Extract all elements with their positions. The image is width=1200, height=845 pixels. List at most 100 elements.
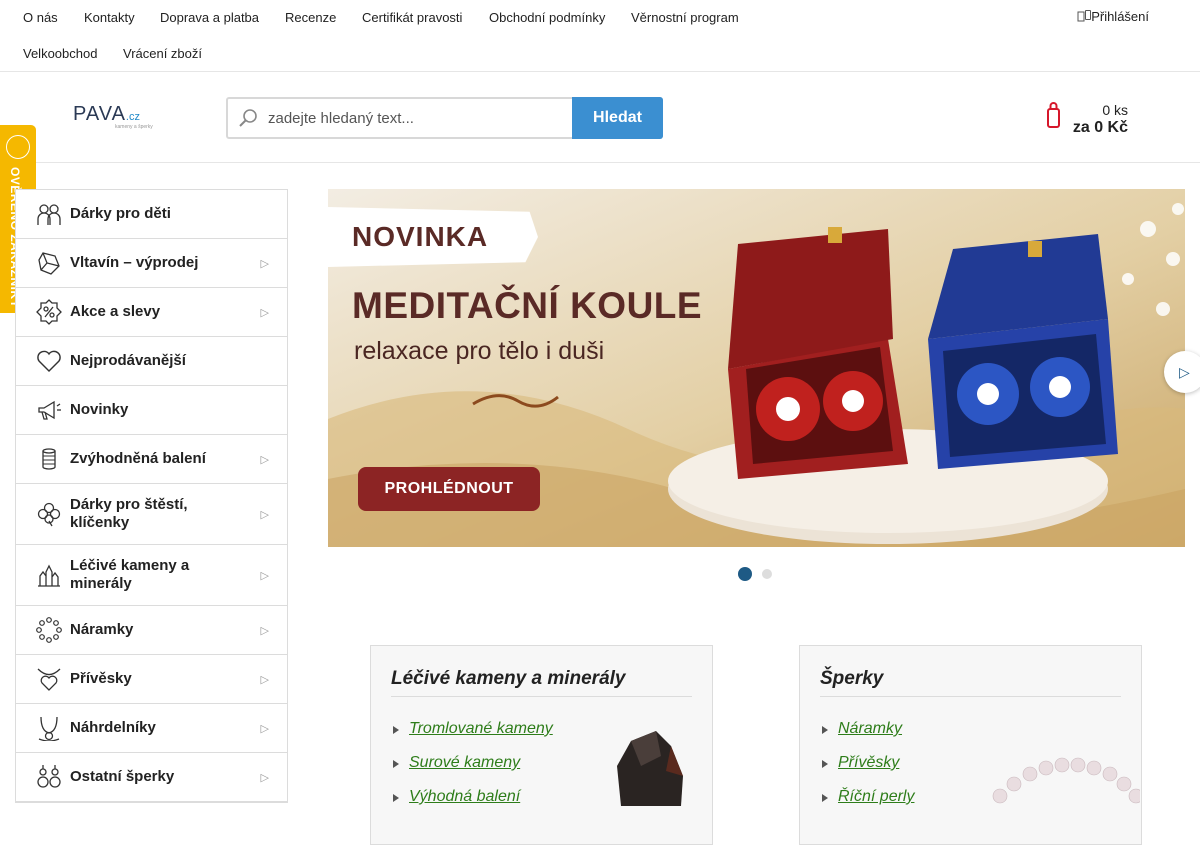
sidebar-item-ostatni-sperky[interactable]: Ostatní šperky ▷: [16, 753, 287, 802]
nav-link-vraceni-zbozi[interactable]: Vrácení zboží: [123, 46, 202, 61]
category-sidebar: Dárky pro děti Vltavín – výprodej ▷ Akce…: [15, 189, 288, 803]
card-title: Šperky: [820, 668, 884, 689]
card-title: Léčivé kameny a minerály: [391, 668, 626, 689]
list-item: Tromlované kameny: [391, 720, 553, 754]
sidebar-item-label: Náhrdelníky: [70, 719, 156, 736]
clover-icon: [37, 502, 61, 527]
card-link[interactable]: Surové kameny: [409, 754, 520, 772]
banner-subtitle: relaxace pro tělo i duši: [354, 337, 605, 365]
chevron-right-icon: ▷: [260, 453, 269, 466]
sidebar-item-label: Náramky: [70, 621, 134, 638]
crystal-icon: [38, 252, 60, 275]
verified-seal-icon: [6, 135, 30, 159]
cart-summary[interactable]: 0 ks za 0 Kč: [1040, 98, 1140, 138]
bullet-arrow-icon: [393, 726, 399, 734]
nav-link-recenze[interactable]: Recenze: [285, 10, 336, 25]
category-card-minerals: Léčivé kameny a minerály Tromlované kame…: [370, 645, 713, 845]
hero-banner[interactable]: NOVINKA MEDITAČNÍ KOULE relaxace pro těl…: [328, 189, 1185, 547]
bullet-arrow-icon: [822, 794, 828, 802]
banner-cta-button[interactable]: PROHLÉDNOUT: [358, 467, 540, 511]
sidebar-item-privesky[interactable]: Přívěsky ▷: [16, 655, 287, 704]
card-link[interactable]: Výhodná balení: [409, 788, 520, 806]
nav-link-o-nas[interactable]: O nás: [23, 10, 58, 25]
heart-icon: [37, 350, 61, 372]
necklace-icon: [38, 716, 60, 741]
sidebar-item-label: Přívěsky: [70, 670, 132, 687]
carousel-dot-2[interactable]: [762, 569, 772, 579]
sidebar-item-akce[interactable]: Akce a slevy ▷: [16, 288, 287, 337]
sidebar-item-label: Dárky pro štěstí, klíčenky: [70, 496, 188, 531]
card-divider: [391, 696, 692, 697]
sidebar-item-label: Vltavín – výprodej: [70, 254, 199, 271]
cart-bag-icon: [1047, 102, 1060, 128]
carousel-dot-1[interactable]: [738, 567, 752, 581]
banner-title: MEDITAČNÍ KOULE: [352, 285, 703, 326]
sidebar-item-nejprodavanejsi[interactable]: Nejprodávanější: [16, 337, 287, 386]
chevron-right-icon: ▷: [260, 673, 269, 686]
logo-brand: PAVA: [73, 103, 126, 125]
sidebar-item-darky-pro-deti[interactable]: Dárky pro děti: [16, 190, 287, 239]
nav-link-kontakty[interactable]: Kontakty: [84, 10, 135, 25]
banner-tag-text: NOVINKA: [352, 221, 489, 252]
site-logo[interactable]: PAVA.cz kameny a šperky: [73, 103, 153, 133]
chevron-right-icon: ▷: [260, 569, 269, 582]
sidebar-item-zvyhodnena-baleni[interactable]: Zvýhodněná balení ▷: [16, 435, 287, 484]
nav-link-obchodni-podminky[interactable]: Obchodní podmínky: [489, 10, 605, 25]
search-icon: [228, 99, 268, 137]
user-icon: [1077, 11, 1085, 22]
chevron-right-icon: ▷: [1179, 363, 1190, 380]
discount-icon: [36, 299, 62, 325]
chevron-right-icon: ▷: [260, 722, 269, 735]
list-item: Náramky: [820, 720, 914, 754]
chevron-right-icon: ▷: [260, 257, 269, 270]
cart-count: 0 ks: [1102, 102, 1128, 118]
list-item: Říční perly: [820, 788, 914, 822]
login-label: Přihlášení: [1091, 9, 1149, 24]
bullet-arrow-icon: [822, 760, 828, 768]
chevron-right-icon: ▷: [260, 624, 269, 637]
kids-icon: [37, 204, 61, 225]
list-item: Výhodná balení: [391, 788, 553, 822]
carousel-next-button[interactable]: ▷: [1164, 351, 1200, 393]
card-link[interactable]: Tromlované kameny: [409, 720, 553, 738]
search-input[interactable]: [268, 99, 572, 137]
chevron-right-icon: ▷: [260, 771, 269, 784]
pendant-icon: [37, 668, 61, 691]
category-card-jewelry: Šperky Náramky Přívěsky Říční perly: [799, 645, 1142, 845]
sidebar-item-lecive-kameny[interactable]: Léčivé kameny a minerály ▷: [16, 545, 287, 606]
site-header: PAVA.cz kameny a šperky Hledat 0 ks za 0…: [0, 73, 1200, 163]
nav-link-doprava[interactable]: Doprava a platba: [160, 10, 259, 25]
package-icon: [42, 448, 56, 470]
nav-link-velkoobchod[interactable]: Velkoobchod: [23, 46, 97, 61]
sidebar-item-label: Léčivé kameny a minerály: [70, 557, 190, 592]
logo-tagline: kameny a šperky: [115, 124, 153, 130]
sidebar-item-nahrdelniky[interactable]: Náhrdelníky ▷: [16, 704, 287, 753]
sidebar-item-label: Nejprodávanější: [70, 352, 186, 369]
list-item: Přívěsky: [820, 754, 914, 788]
top-navigation: O nás Kontakty Doprava a platba Recenze …: [0, 0, 1200, 72]
card-link[interactable]: Přívěsky: [838, 754, 899, 772]
sidebar-item-novinky[interactable]: Novinky: [16, 386, 287, 435]
card-link[interactable]: Říční perly: [838, 788, 914, 806]
sidebar-item-naramky[interactable]: Náramky ▷: [16, 606, 287, 655]
card-link[interactable]: Náramky: [838, 720, 902, 738]
bracelet-icon: [36, 617, 62, 643]
card-link-list: Náramky Přívěsky Říční perly: [820, 720, 914, 822]
logo-tld: .cz: [125, 111, 140, 123]
sidebar-item-label: Ostatní šperky: [70, 768, 175, 785]
nav-link-vernostni-program[interactable]: Věrnostní program: [631, 10, 739, 25]
login-link[interactable]: Přihlášení: [1077, 9, 1149, 24]
sidebar-item-vltavin[interactable]: Vltavín – výprodej ▷: [16, 239, 287, 288]
chevron-right-icon: ▷: [260, 508, 269, 521]
search-bar: Hledat: [226, 97, 663, 139]
earrings-icon: [37, 765, 61, 788]
nav-link-certifikat[interactable]: Certifikát pravosti: [362, 10, 462, 25]
sidebar-item-darky-pro-stesti[interactable]: Dárky pro štěstí, klíčenky ▷: [16, 484, 287, 545]
search-button[interactable]: Hledat: [572, 97, 663, 139]
carousel-dots: [738, 567, 772, 581]
cart-total: za 0 Kč: [1072, 119, 1128, 136]
bullet-arrow-icon: [393, 760, 399, 768]
card-link-list: Tromlované kameny Surové kameny Výhodná …: [391, 720, 553, 822]
banner-tag: NOVINKA: [328, 207, 538, 267]
bullet-arrow-icon: [393, 794, 399, 802]
